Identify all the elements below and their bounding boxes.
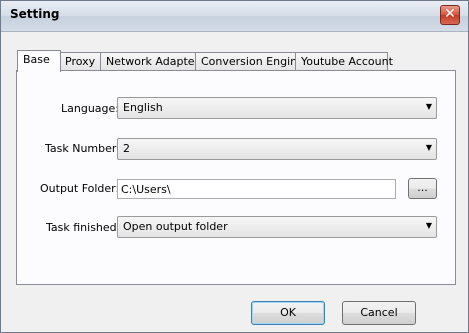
task-number-label: Task Number: [45, 142, 120, 155]
tab-label: Conversion Engine [201, 55, 304, 68]
language-select[interactable]: English ▼ [117, 97, 437, 119]
tab-network-adapter[interactable]: Network Adapter [100, 52, 200, 71]
dialog-title: Setting [10, 7, 60, 21]
close-icon: ✕ [444, 6, 456, 22]
tab-proxy[interactable]: Proxy [59, 52, 101, 71]
settings-dialog: Setting ✕ Base Proxy Network Adapter Con… [0, 0, 469, 333]
task-number-value: 2 [123, 142, 130, 155]
output-folder-input[interactable] [118, 180, 395, 198]
task-finished-label: Task finished: [46, 221, 121, 234]
language-value: English [123, 101, 163, 114]
task-finished-value: Open output folder [123, 220, 228, 233]
chevron-down-icon: ▼ [425, 221, 432, 230]
base-settings-panel: Language: English ▼ Task Number: 2 ▼ Out… [16, 70, 456, 285]
cancel-label: Cancel [360, 306, 398, 319]
chevron-down-icon: ▼ [425, 102, 432, 111]
close-button[interactable]: ✕ [440, 5, 460, 25]
tab-conversion-engine[interactable]: Conversion Engine [195, 52, 304, 71]
browse-label: ... [417, 181, 428, 194]
task-finished-select[interactable]: Open output folder ▼ [117, 216, 437, 238]
ok-button[interactable]: OK [251, 301, 325, 325]
tab-youtube-account[interactable]: Youtube Account [295, 52, 393, 71]
ok-label: OK [280, 306, 296, 319]
tab-label: Proxy [65, 55, 96, 68]
tab-label: Base [23, 53, 50, 66]
tab-label: Network Adapter [106, 55, 200, 68]
chevron-down-icon: ▼ [425, 143, 432, 152]
task-number-select[interactable]: 2 ▼ [117, 138, 437, 160]
output-folder-field[interactable] [117, 179, 396, 199]
language-label: Language: [61, 102, 119, 115]
cancel-button[interactable]: Cancel [342, 301, 416, 325]
tab-label: Youtube Account [301, 55, 393, 68]
title-bar: Setting ✕ [1, 1, 468, 32]
browse-folder-button[interactable]: ... [408, 178, 437, 199]
tab-base[interactable]: Base [17, 50, 61, 72]
output-folder-label: Output Folder: [40, 182, 120, 195]
